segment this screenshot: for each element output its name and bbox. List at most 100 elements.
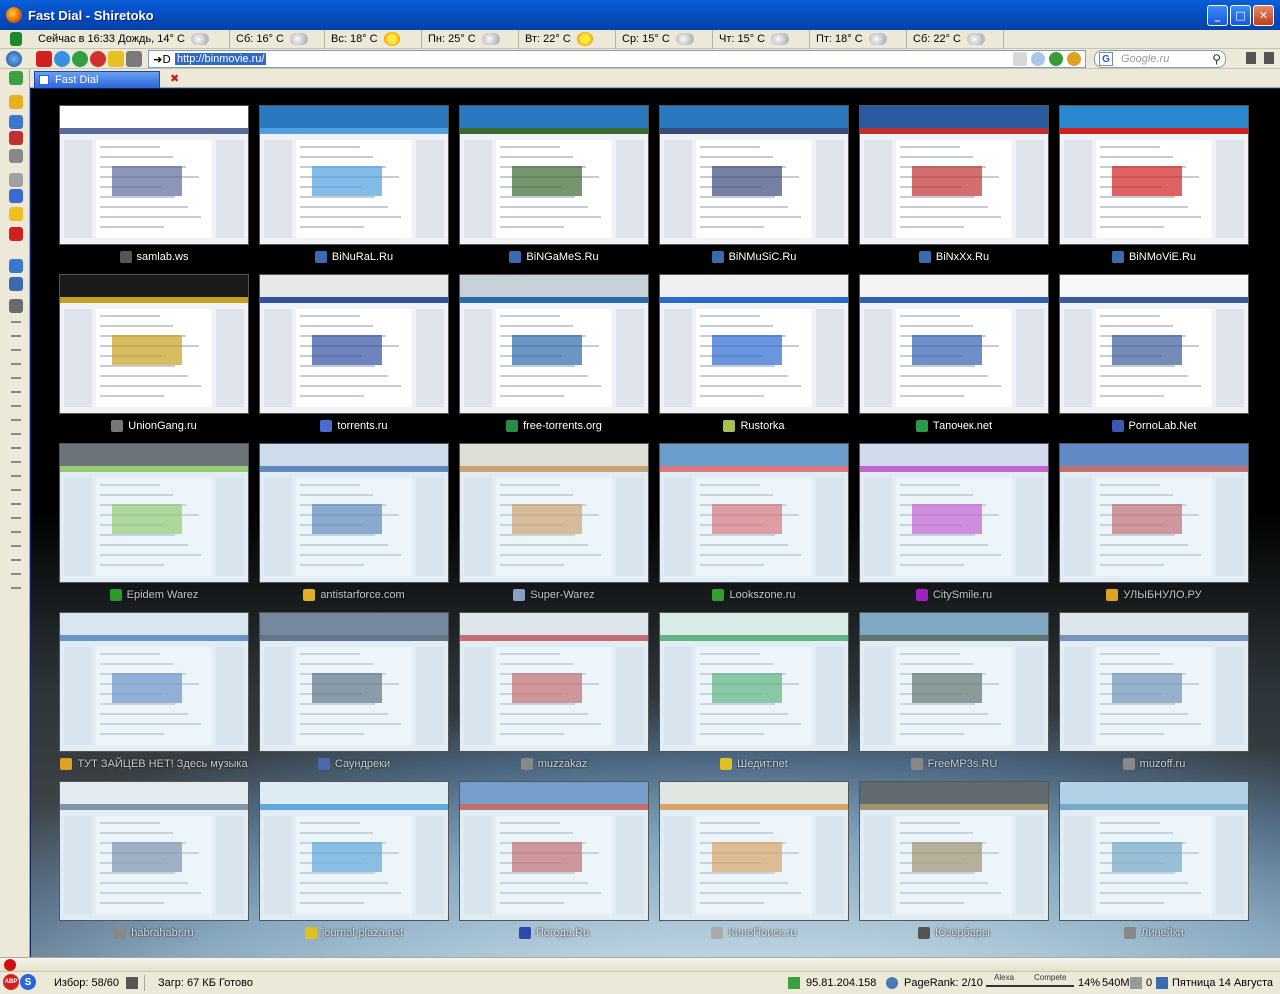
speed-dial-thumbnail[interactable] xyxy=(259,105,449,245)
bulb-icon[interactable] xyxy=(1031,52,1045,66)
speed-dial-thumbnail[interactable] xyxy=(859,612,1049,752)
speed-dial-label[interactable]: muzoff.ru xyxy=(1054,756,1254,772)
sidebar-blue-orb-icon[interactable] xyxy=(9,115,23,129)
speed-dial-thumbnail[interactable] xyxy=(259,781,449,921)
speed-dial-thumbnail[interactable] xyxy=(459,443,649,583)
sidebar-list-icon[interactable] xyxy=(9,299,23,313)
speed-dial-label[interactable]: PornoLab.Net xyxy=(1054,418,1254,434)
close-button[interactable]: ✕ xyxy=(1253,5,1274,26)
speed-dial-label[interactable]: BiNMuSiC.Ru xyxy=(654,249,854,265)
speed-dial-thumbnail[interactable] xyxy=(59,443,249,583)
tools-icon[interactable] xyxy=(126,50,142,67)
sidebar-tool-icon[interactable] xyxy=(11,377,21,379)
weather-day[interactable]: Ср: 15° C xyxy=(616,29,713,49)
speed-dial-thumbnail[interactable] xyxy=(659,781,849,921)
speed-dial-thumbnail[interactable] xyxy=(59,274,249,414)
speed-dial-thumbnail[interactable] xyxy=(59,105,249,245)
sidebar-bug-icon[interactable] xyxy=(9,277,23,291)
sidebar-tool-icon[interactable] xyxy=(11,447,21,449)
speed-dial-label[interactable]: free-torrents.org xyxy=(454,418,654,434)
speed-dial-label[interactable]: journal-plaza.net xyxy=(254,925,454,941)
stop-icon[interactable] xyxy=(36,50,52,67)
overflow-menu-icon[interactable] xyxy=(1246,52,1256,64)
sidebar-s-icon[interactable] xyxy=(9,227,23,241)
google-icon[interactable]: G xyxy=(1099,52,1113,66)
sidebar-gear-icon[interactable] xyxy=(9,149,23,163)
sidebar-tool-icon[interactable] xyxy=(11,321,21,323)
bookmark-star-icon[interactable] xyxy=(108,50,124,67)
globe-icon[interactable] xyxy=(6,50,22,67)
sidebar-puzzle-icon[interactable] xyxy=(9,71,23,85)
sidebar-smile-icon[interactable] xyxy=(9,207,23,221)
weather-day[interactable]: Пн: 25° C xyxy=(422,29,519,49)
calendar-icon[interactable] xyxy=(1156,977,1168,989)
speed-dial-thumbnail[interactable] xyxy=(459,781,649,921)
speed-dial-label[interactable]: Rustorka xyxy=(654,418,854,434)
speed-dial-label[interactable]: Lookszone.ru xyxy=(654,587,854,603)
speed-dial-label[interactable]: КиноПоиск.ru xyxy=(654,925,854,941)
speed-dial-label[interactable]: CitySmile.ru xyxy=(854,587,1054,603)
speed-dial-label[interactable]: habrahabr.ru xyxy=(54,925,254,941)
url-go-icon[interactable]: ➜D xyxy=(149,51,175,67)
speed-dial-label[interactable]: Тапочек.net xyxy=(854,418,1054,434)
search-input[interactable]: Google.ru xyxy=(1121,53,1169,65)
weather-day[interactable]: Чт: 15° C xyxy=(713,29,810,49)
sidebar-tool-icon[interactable] xyxy=(11,545,21,547)
speed-dial-label[interactable]: Шедит.net xyxy=(654,756,854,772)
speed-dial-thumbnail[interactable] xyxy=(859,443,1049,583)
speed-dial-label[interactable]: torrents.ru xyxy=(254,418,454,434)
speed-dial-label[interactable]: BiNGaMeS.Ru xyxy=(454,249,654,265)
sidebar-tool-icon[interactable] xyxy=(11,573,21,575)
speed-dial-thumbnail[interactable] xyxy=(259,443,449,583)
weather-day[interactable]: Сб: 16° C xyxy=(230,29,325,49)
speed-dial-thumbnail[interactable] xyxy=(1059,781,1249,921)
minimize-button[interactable]: _ xyxy=(1207,5,1228,26)
weather-day[interactable]: Пт: 18° C xyxy=(810,29,907,49)
speed-dial-thumbnail[interactable] xyxy=(859,105,1049,245)
speed-dial-thumbnail[interactable] xyxy=(1059,274,1249,414)
speed-dial-thumbnail[interactable] xyxy=(659,105,849,245)
speed-dial-thumbnail[interactable] xyxy=(659,612,849,752)
speed-dial-thumbnail[interactable] xyxy=(659,443,849,583)
sidebar-tool-icon[interactable] xyxy=(11,391,21,393)
maximize-button[interactable]: □ xyxy=(1230,5,1251,26)
weather-day[interactable]: Вс: 18° C xyxy=(325,29,422,49)
rss-icon[interactable] xyxy=(1067,52,1081,66)
weather-current[interactable]: Сейчас в 16:33 Дождь, 14° C xyxy=(32,29,230,49)
record-icon[interactable] xyxy=(4,959,16,971)
home-icon[interactable] xyxy=(54,50,70,67)
page-icon[interactable] xyxy=(1013,52,1027,66)
sidebar-tool-icon[interactable] xyxy=(11,503,21,505)
sidebar-tool-icon[interactable] xyxy=(11,461,21,463)
sidebar-tool-icon[interactable] xyxy=(11,559,21,561)
speed-dial-label[interactable]: BiNxXx.Ru xyxy=(854,249,1054,265)
mail-icon[interactable] xyxy=(1130,977,1142,989)
sidebar-clock-icon[interactable] xyxy=(9,95,23,109)
reload-icon[interactable] xyxy=(72,50,88,67)
title-bar[interactable]: Fast Dial - Shiretoko _ □ ✕ xyxy=(0,0,1280,30)
weather-logo-icon[interactable] xyxy=(10,32,22,46)
speed-dial-label[interactable]: Юзербары xyxy=(854,925,1054,941)
speed-dial-label[interactable]: BiNuRaL.Ru xyxy=(254,249,454,265)
speed-dial-thumbnail[interactable] xyxy=(459,612,649,752)
speed-dial-label[interactable]: Epidem Warez xyxy=(54,587,254,603)
screen-icon[interactable] xyxy=(126,977,138,989)
speed-dial-thumbnail[interactable] xyxy=(859,781,1049,921)
sidebar-power-icon[interactable] xyxy=(9,189,23,203)
sidebar-tool-icon[interactable] xyxy=(11,475,21,477)
speed-dial-label[interactable]: ТУТ ЗАЙЦЕВ НЕТ! Здесь музыка xyxy=(54,756,254,772)
sidebar-tool-icon[interactable] xyxy=(11,405,21,407)
speed-dial-label[interactable]: muzzakaz xyxy=(454,756,654,772)
speed-dial-label[interactable]: FreeMP3s.RU xyxy=(854,756,1054,772)
weather-day[interactable]: Вт: 22° C xyxy=(519,29,616,49)
speed-dial-thumbnail[interactable] xyxy=(59,781,249,921)
sidebar-tool-icon[interactable] xyxy=(11,363,21,365)
speed-dial-label[interactable]: samlab.ws xyxy=(54,249,254,265)
tab-fast-dial[interactable]: Fast Dial xyxy=(34,71,160,88)
speed-dial-thumbnail[interactable] xyxy=(1059,443,1249,583)
sidebar-tool-icon[interactable] xyxy=(11,335,21,337)
speed-dial-label[interactable]: UnionGang.ru xyxy=(54,418,254,434)
sidebar-tool-icon[interactable] xyxy=(11,489,21,491)
search-icon[interactable]: ⚲ xyxy=(1212,52,1221,66)
pagerank-icon[interactable] xyxy=(886,977,898,989)
